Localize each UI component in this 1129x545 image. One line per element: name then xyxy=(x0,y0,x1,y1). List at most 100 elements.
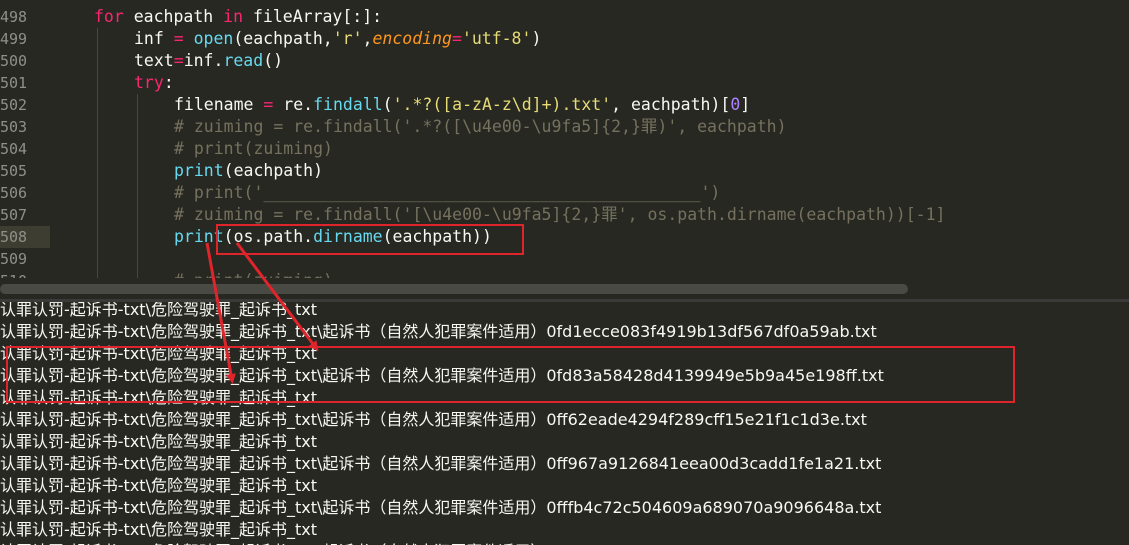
indent-guide xyxy=(137,248,138,270)
code-text: # print(zuiming) xyxy=(174,270,333,278)
line-number: 505 xyxy=(0,162,28,180)
line-number: 500 xyxy=(0,52,28,70)
code-text: text=inf.read() xyxy=(134,50,283,72)
code-line[interactable]: 505 print(eachpath) xyxy=(0,160,1129,182)
code-token: , eachpath)[ xyxy=(611,95,731,114)
code-token: = xyxy=(173,29,184,48)
indent-guide xyxy=(137,160,138,182)
code-token: # zuiming = re.findall('.*?([\u4e00-\u9f… xyxy=(174,117,787,136)
console-output-line: 认罪认罚-起诉书-txt\危险驾驶罪_起诉书_txt xyxy=(0,302,317,319)
code-token: re. xyxy=(273,95,314,114)
code-text: inf = open(eachpath,'r',encoding='utf-8'… xyxy=(134,28,541,50)
code-token: (eachpath, xyxy=(233,29,333,48)
code-line[interactable]: 502 filename = re.findall('.*?([a-zA-z\d]… xyxy=(0,94,1129,116)
code-token: eachpath xyxy=(123,7,224,26)
code-token: findall xyxy=(313,95,383,114)
line-number: 503 xyxy=(0,118,28,136)
code-token: '.*?([a-zA-z\d]+).txt' xyxy=(392,95,612,114)
code-line[interactable]: 498 for eachpath in fileArray[:]: xyxy=(0,6,1129,28)
code-token: () xyxy=(263,51,284,70)
indent-guide xyxy=(137,138,138,160)
line-number: 510 xyxy=(0,270,27,278)
code-token: ] xyxy=(740,95,751,114)
code-text: for eachpath in fileArray[:]: xyxy=(94,6,382,28)
code-text: try: xyxy=(134,72,174,94)
code-line[interactable]: 508 print(os.path.dirname(eachpath)) xyxy=(0,226,1129,248)
console-output-line: 认罪认罚-起诉书-txt\危险驾驶罪_起诉书_txt\起诉书（自然人犯罪案件适用… xyxy=(0,322,877,341)
console-output-line: 认罪认罚-起诉书-txt\危险驾驶罪_起诉书_txt xyxy=(0,520,317,539)
code-token: ) xyxy=(531,29,542,48)
code-token: fileArray[:]: xyxy=(243,7,383,26)
code-text: # print('_______________________________… xyxy=(174,182,720,204)
code-editor[interactable]: 498 for eachpath in fileArray[:]: 499 inf =… xyxy=(0,0,1129,278)
code-token: ( xyxy=(382,95,393,114)
indent-guide xyxy=(97,50,98,72)
code-token: (eachpath) xyxy=(223,161,324,180)
line-number: 506 xyxy=(0,184,28,202)
code-text: # zuiming = re.findall('.*?([\u4e00-\u9f… xyxy=(174,116,787,138)
console-output-line: 认罪认罚-起诉书-txt\危险驾驶罪_起诉书_txt\起诉书（自然人犯罪案件适用… xyxy=(0,454,882,473)
code-token: = xyxy=(173,51,184,70)
code-text: # print(zuiming) xyxy=(174,138,333,160)
line-number: 509 xyxy=(0,250,28,268)
code-line[interactable]: 500 text=inf.read() xyxy=(0,50,1129,72)
code-token: , xyxy=(362,29,373,48)
indent-guide xyxy=(137,226,138,248)
code-token: inf. xyxy=(183,51,224,70)
indent-guide xyxy=(97,226,98,248)
indent-guide xyxy=(97,248,98,270)
code-token: # print(zuiming) xyxy=(174,139,333,158)
code-line[interactable]: 499 inf = open(eachpath,'r',encoding='utf… xyxy=(0,28,1129,50)
code-line[interactable]: 503 # zuiming = re.findall('.*?([\u4e00-\… xyxy=(0,116,1129,138)
line-number: 502 xyxy=(0,96,28,114)
indent-guide xyxy=(137,182,138,204)
code-line[interactable]: 501 try: xyxy=(0,72,1129,94)
code-token: open xyxy=(193,29,234,48)
scrollbar-thumb[interactable] xyxy=(0,284,908,294)
horizontal-scrollbar[interactable] xyxy=(0,278,1129,300)
code-token: = xyxy=(451,29,462,48)
code-text: print(eachpath) xyxy=(174,160,323,182)
code-text: # zuiming = re.findall('[\u4e00-\u9fa5]{… xyxy=(174,204,945,226)
indent-guide xyxy=(97,72,98,94)
line-number: 507 xyxy=(0,206,28,224)
code-token: 'r' xyxy=(332,29,363,48)
code-token: read xyxy=(223,51,264,70)
output-console[interactable]: 认罪认罚-起诉书-txt\危险驾驶罪_起诉书_txt 认罪认罚-起诉书-txt\危… xyxy=(0,302,1129,545)
code-token: : xyxy=(163,73,174,92)
code-token: in xyxy=(223,7,244,26)
code-token: for xyxy=(94,7,124,26)
code-token: print xyxy=(174,161,224,180)
code-token: 'utf-8' xyxy=(461,29,532,48)
indent-guide xyxy=(97,182,98,204)
line-number: 501 xyxy=(0,74,28,92)
line-number: 498 xyxy=(0,8,28,26)
code-token: encoding xyxy=(372,29,452,48)
indent-guide xyxy=(137,270,138,278)
indent-guide xyxy=(97,28,98,50)
code-token: try xyxy=(134,73,164,92)
line-number: 508 xyxy=(0,228,28,246)
code-line[interactable]: 506 # print('____________________________… xyxy=(0,182,1129,204)
code-token: inf xyxy=(134,29,174,48)
console-output-line: 认罪认罚-起诉书-txt\危险驾驶罪_起诉书_txt\起诉书（自然人犯罪案件适用… xyxy=(0,498,882,517)
line-number: 504 xyxy=(0,140,28,158)
console-output-line: 认罪认罚-起诉书-txt\危险驾驶罪_起诉书_txt xyxy=(0,476,317,495)
code-line[interactable]: 504 # print(zuiming) xyxy=(0,138,1129,160)
code-line[interactable]: 509 xyxy=(0,248,1129,270)
console-output-line: 认罪认罚-起诉书-txt\危险驾驶罪_起诉书_txt\起诉书（自然人犯罪案件适用… xyxy=(0,541,897,545)
console-output-line: 认罪认罚-起诉书-txt\危险驾驶罪_起诉书_txt\起诉书（自然人犯罪案件适用… xyxy=(0,410,867,429)
indent-guide xyxy=(97,94,98,116)
code-line[interactable]: 510 # print(zuiming) xyxy=(0,270,1129,278)
indent-guide xyxy=(137,94,138,116)
indent-guide xyxy=(97,204,98,226)
code-token: text xyxy=(134,51,174,70)
code-line[interactable]: 507 # zuiming = re.findall('[\u4e00-\u9fa… xyxy=(0,204,1129,226)
indent-guide xyxy=(137,116,138,138)
code-token: = xyxy=(263,95,274,114)
code-token: # print(zuiming) xyxy=(174,271,333,278)
indent-guide xyxy=(137,204,138,226)
indent-guide xyxy=(97,270,98,278)
code-highlight-box xyxy=(216,224,524,255)
